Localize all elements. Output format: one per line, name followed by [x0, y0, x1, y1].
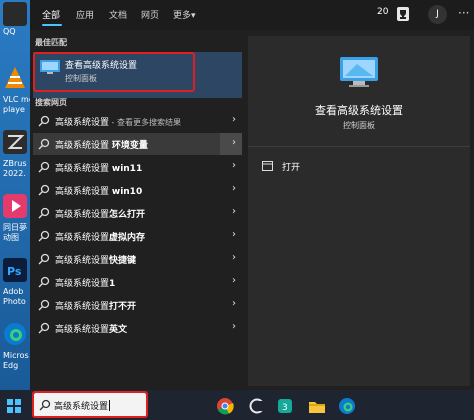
chevron-right-icon: ›	[232, 137, 236, 148]
web-result-row[interactable]: 高级系统设置英文 ›	[33, 317, 242, 339]
file-explorer-icon[interactable]	[308, 397, 326, 415]
web-result-text: 高级系统设置	[55, 164, 112, 174]
desktop-icon-zbrush[interactable]: ZBrus 2022.	[3, 130, 30, 178]
search-icon	[38, 138, 50, 150]
search-icon	[38, 161, 50, 173]
chrome-icon[interactable]	[216, 397, 234, 415]
app-icon-teal[interactable]: 3	[276, 397, 294, 415]
web-result-row[interactable]: 高级系统设置快捷键 ›	[33, 248, 242, 270]
web-result-text: 高级系统设置	[55, 279, 110, 289]
detail-title: 查看高级系统设置	[315, 104, 403, 117]
edge-icon	[4, 323, 26, 345]
tab-apps[interactable]: 应用	[76, 8, 94, 21]
search-icon	[38, 207, 50, 219]
desktop-icon-edge[interactable]: Micros Edg	[3, 322, 30, 370]
desktop-icon-photoshop[interactable]: Ps Adob Photo	[3, 258, 30, 306]
chevron-down-icon: ▾	[191, 11, 196, 21]
search-icon	[38, 230, 50, 242]
windows-start-icon[interactable]	[7, 399, 21, 413]
web-result-row[interactable]: 高级系统设置 - 查看更多搜索结果 ›	[33, 110, 242, 132]
web-result-text: 高级系统设置	[55, 302, 110, 312]
gif-tool-icon	[3, 194, 27, 218]
web-result-row[interactable]: 高级系统设置 win11 ›	[33, 156, 242, 178]
search-icon	[38, 276, 50, 288]
more-options-icon[interactable]: ···	[458, 6, 469, 20]
chevron-right-icon[interactable]: ›	[232, 321, 236, 332]
cortana-icon[interactable]	[248, 397, 266, 415]
web-result-bold: 虚拟内存	[109, 233, 146, 243]
tab-all[interactable]: 全部	[42, 8, 60, 21]
system-settings-icon	[340, 57, 378, 87]
tab-more-label: 更多	[173, 11, 192, 21]
web-result-text: 高级系统设置	[55, 210, 110, 220]
filter-tabs-bar: 全部 应用 文档 网页 更多▾ 20 J ···	[30, 0, 474, 30]
chevron-right-icon[interactable]: ›	[232, 275, 236, 286]
vlc-icon	[5, 67, 25, 88]
web-result-bold: win11	[111, 164, 143, 174]
web-result-text: 高级系统设置	[55, 141, 112, 151]
open-icon	[262, 161, 273, 171]
web-result-bold: 环境变量	[111, 141, 148, 151]
divider	[248, 146, 470, 147]
photoshop-icon: Ps	[3, 258, 27, 282]
web-result-bold: 英文	[109, 325, 128, 335]
results-list: 最佳匹配 查看高级系统设置 控制面板 搜索网页 高级系统设置 - 查看更多搜索结…	[30, 30, 244, 390]
zbrush-icon	[3, 130, 27, 154]
search-icon	[38, 253, 50, 265]
web-result-bold: win10	[111, 187, 143, 197]
search-box-red-highlight	[32, 391, 148, 418]
web-result-row[interactable]: 高级系统设置 win10 ›	[33, 179, 242, 201]
expand-button[interactable]: ›	[220, 133, 242, 155]
web-search-heading: 搜索网页	[35, 98, 67, 107]
search-icon	[38, 322, 50, 334]
desktop-icon-vlc[interactable]: VLC me playe	[3, 66, 30, 114]
web-result-sub: - 查看更多搜索结果	[109, 118, 181, 127]
svg-text:3: 3	[282, 403, 288, 413]
web-result-bold: 1	[109, 279, 116, 289]
web-result-text: 高级系统设置	[55, 187, 112, 197]
web-result-row-selected[interactable]: 高级系统设置 环境变量 ›	[33, 133, 242, 155]
desktop-icon-gif[interactable]: 同日夢 动图	[3, 194, 30, 242]
edge-icon[interactable]	[338, 397, 356, 415]
chevron-right-icon[interactable]: ›	[232, 206, 236, 217]
web-result-text: 高级系统设置	[55, 325, 110, 335]
chevron-right-icon[interactable]: ›	[232, 183, 236, 194]
chevron-right-icon[interactable]: ›	[232, 114, 236, 125]
web-result-text: 高级系统设置	[55, 118, 110, 128]
web-result-bold: 打不开	[109, 302, 137, 312]
rewards-points: 20	[377, 7, 389, 17]
tab-more[interactable]: 更多▾	[173, 8, 196, 21]
search-icon	[38, 299, 50, 311]
web-result-row[interactable]: 高级系统设置怎么打开 ›	[33, 202, 242, 224]
search-panel: 全部 应用 文档 网页 更多▾ 20 J ··· 最佳匹配 查看高级系统设置 控…	[30, 0, 474, 390]
tab-documents[interactable]: 文档	[109, 8, 127, 21]
desktop-icon-qq[interactable]: QQ	[3, 2, 30, 36]
web-result-bold: 怎么打开	[109, 210, 146, 220]
best-match-red-highlight	[33, 52, 195, 92]
desktop-icons: QQ VLC me playe ZBrus 2022. 同日夢 动图 Ps Ad…	[0, 0, 30, 390]
search-icon	[38, 115, 50, 127]
best-match-heading: 最佳匹配	[35, 38, 67, 47]
tab-web[interactable]: 网页	[141, 8, 159, 21]
open-button[interactable]: 打开	[282, 160, 300, 173]
active-tab-indicator	[42, 24, 62, 26]
chevron-right-icon[interactable]: ›	[232, 252, 236, 263]
web-result-row[interactable]: 高级系统设置1 ›	[33, 271, 242, 293]
chevron-right-icon[interactable]: ›	[232, 229, 236, 240]
chevron-right-icon[interactable]: ›	[232, 298, 236, 309]
chevron-right-icon[interactable]: ›	[232, 160, 236, 171]
search-icon	[38, 184, 50, 196]
web-result-bold: 快捷键	[109, 256, 137, 266]
rewards-trophy-icon[interactable]	[396, 6, 410, 22]
avatar[interactable]: J	[428, 5, 447, 24]
result-detail-pane: 查看高级系统设置 控制面板 打开	[248, 36, 470, 386]
detail-subtitle: 控制面板	[343, 121, 375, 130]
web-result-row[interactable]: 高级系统设置打不开 ›	[33, 294, 242, 316]
web-result-text: 高级系统设置	[55, 233, 110, 243]
web-result-row[interactable]: 高级系统设置虚拟内存 ›	[33, 225, 242, 247]
qq-icon	[3, 2, 27, 26]
web-result-text: 高级系统设置	[55, 256, 110, 266]
svg-text:Ps: Ps	[7, 265, 22, 278]
